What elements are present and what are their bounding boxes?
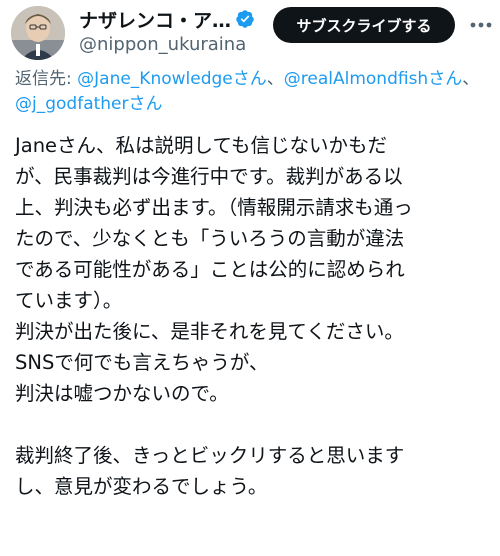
mention-link[interactable]: @j_godfatherさん <box>15 94 163 114</box>
tweet-text-line: 裁判終了後、きっとビックリすると思います <box>15 444 405 467</box>
reply-to-line: 返信先: @Jane_Knowledgeさん、@realAlmondfishさん… <box>15 69 480 114</box>
author-display-name[interactable]: ナザレンコ・ア… <box>79 6 231 33</box>
subscribe-button[interactable]: サブスクライブする <box>273 7 455 43</box>
mention-link[interactable]: @Jane_Knowledgeさん <box>77 69 267 89</box>
more-options-icon[interactable] <box>468 15 494 35</box>
tweet-text-line: である可能性がある」ことは公的に認められ <box>15 258 405 281</box>
tweet-text-line: 上、判決も必ず出ます。（情報開示請求も通っ <box>15 196 413 219</box>
tweet-text-line: 判決は嘘つかないので。 <box>15 382 229 405</box>
tweet-text-line: Janeさん、私は説明しても信じないかもだ <box>15 134 387 157</box>
author-info: ナザレンコ・ア… @nippon_ukuraina <box>79 6 269 55</box>
tweet-text: Janeさん、私は説明しても信じないかもだ が、民事裁判は今進行中です。裁判があ… <box>15 130 500 502</box>
name-row: ナザレンコ・ア… <box>79 6 269 32</box>
mention-link[interactable]: @realAlmondfishさん <box>284 69 462 89</box>
profile-avatar[interactable] <box>11 6 65 60</box>
tweet-text-line: たので、少なくとも「ういろうの言動が違法 <box>15 227 405 250</box>
tweet-text-line: し、意見が変わるでしょう。 <box>15 475 268 498</box>
avatar-image <box>11 6 65 60</box>
tweet-card: ナザレンコ・ア… @nippon_ukuraina サブスクライブする 返信先:… <box>0 0 500 556</box>
reply-to-prefix: 返信先: <box>15 69 78 89</box>
author-handle[interactable]: @nippon_ukuraina <box>79 34 269 55</box>
tweet-text-line: SNSで何でも言えちゃうが、 <box>15 351 269 374</box>
tweet-text-line: が、民事裁判は今進行中です。裁判がある以 <box>15 165 403 188</box>
tweet-text-line: 判決が出た後に、是非それを見てください。 <box>15 320 404 343</box>
tweet-text-line: ています）。 <box>15 289 123 312</box>
verified-badge-icon <box>236 10 254 28</box>
